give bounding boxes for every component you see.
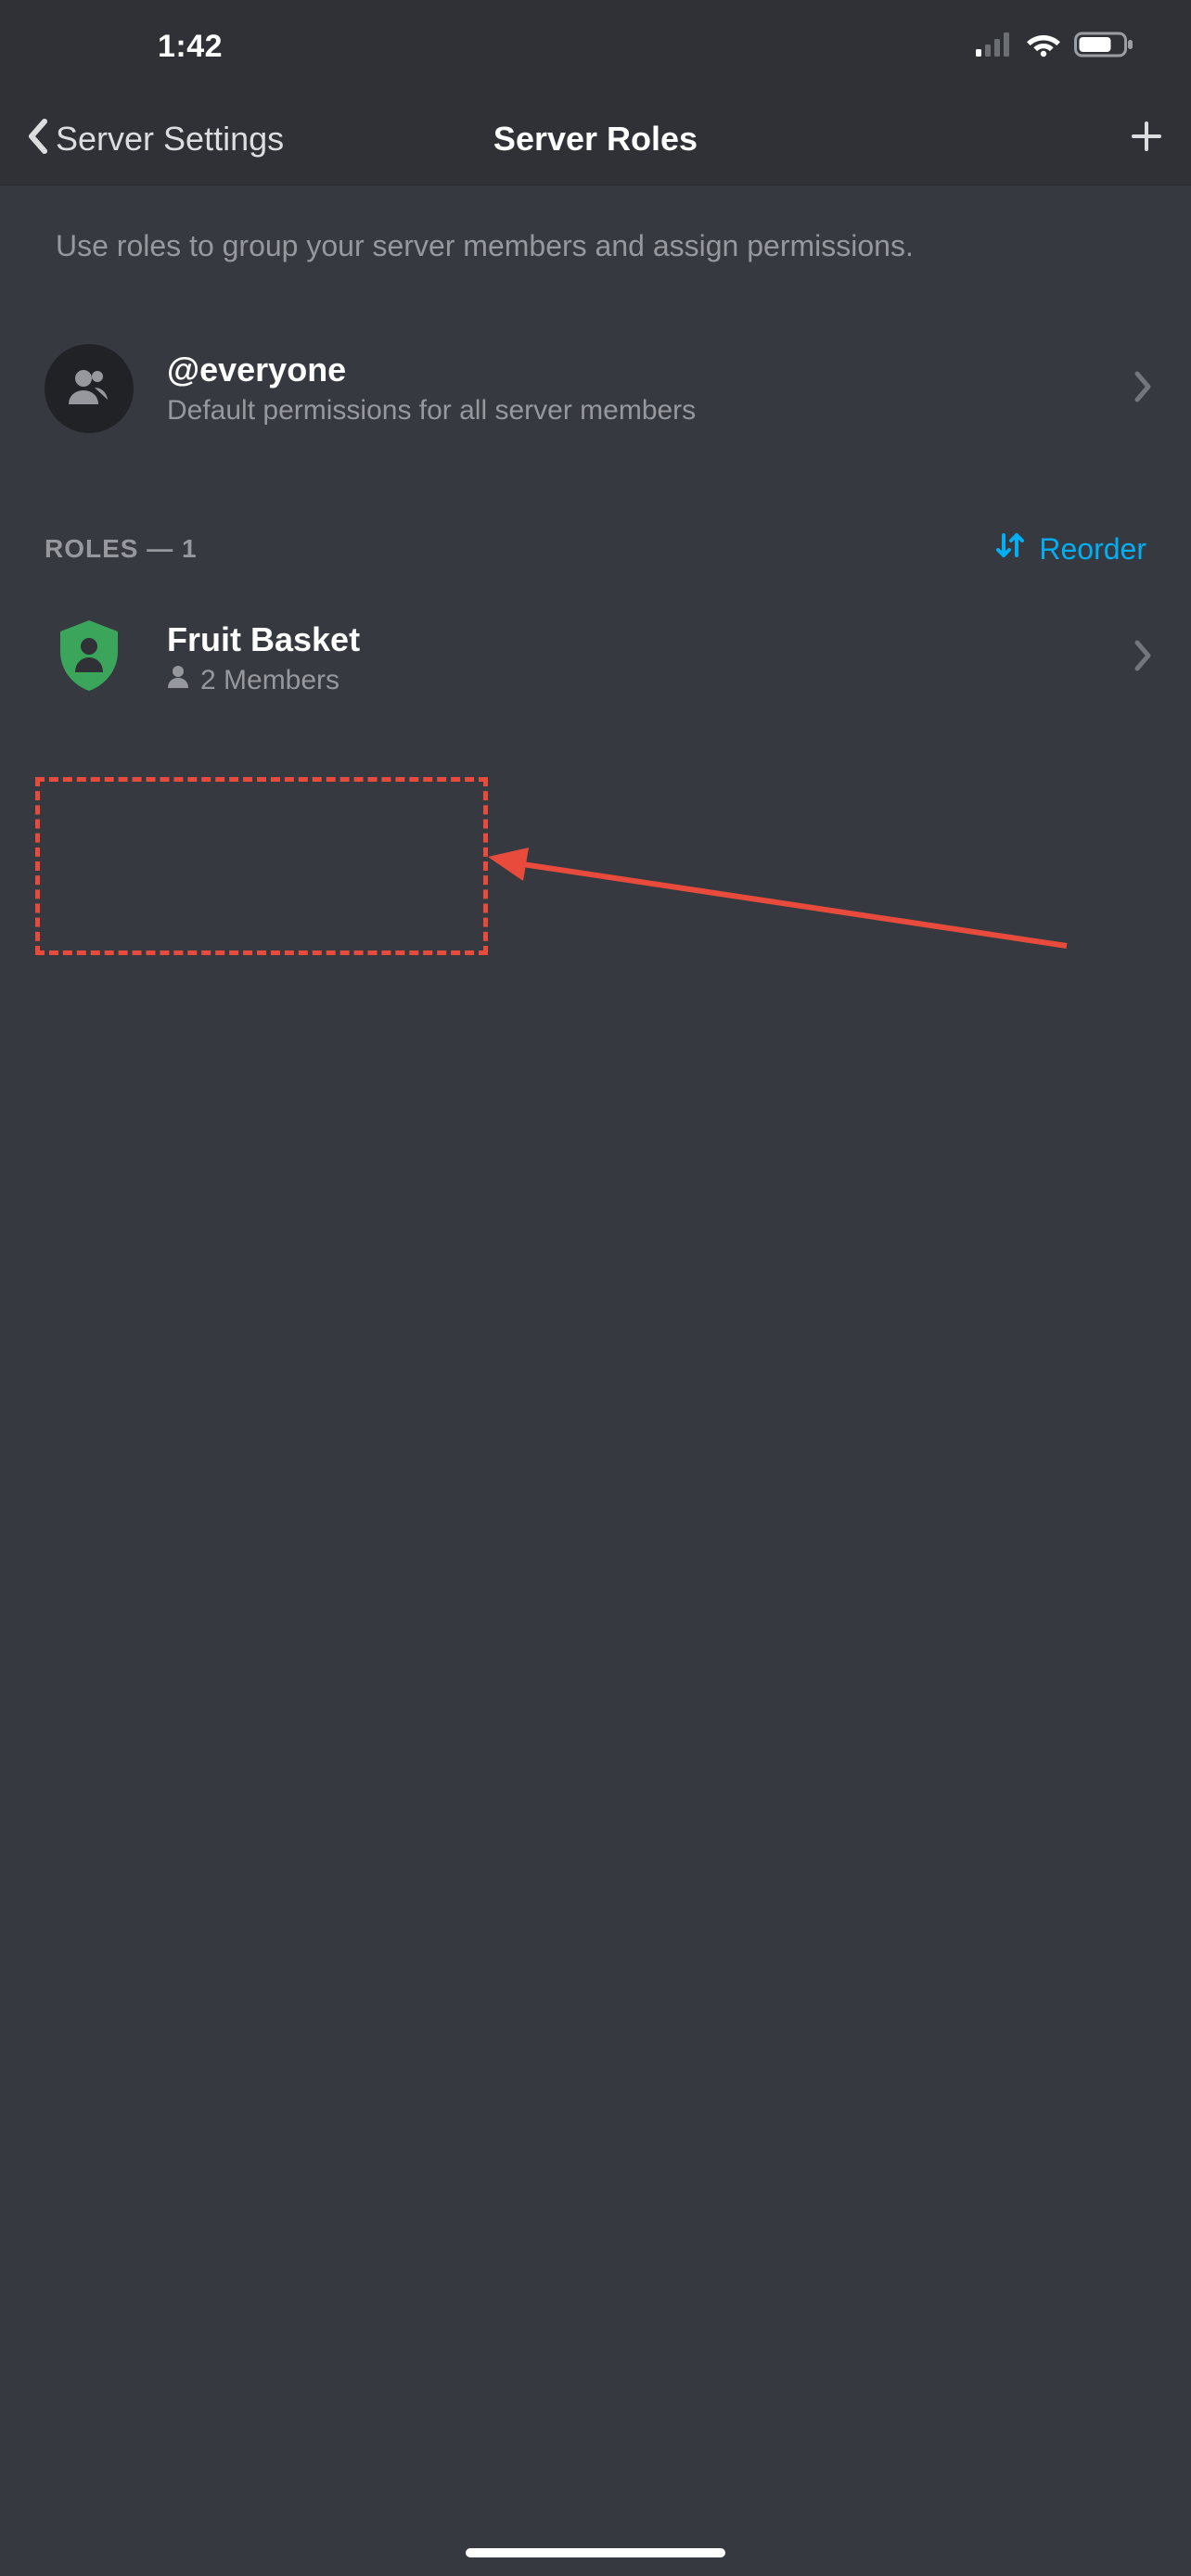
reorder-icon: [994, 529, 1026, 568]
role-name: Fruit Basket: [167, 620, 1133, 659]
role-members: 2 Members: [200, 665, 339, 696]
people-icon: [67, 367, 111, 411]
everyone-title: @everyone: [167, 351, 1133, 389]
reorder-label: Reorder: [1039, 532, 1146, 567]
page-title: Server Roles: [493, 120, 698, 159]
everyone-avatar: [45, 344, 134, 433]
status-icons: [976, 31, 1135, 63]
nav-header: Server Settings Server Roles: [0, 93, 1191, 185]
cellular-icon: [976, 32, 1013, 61]
chevron-right-icon: [1133, 639, 1154, 677]
status-bar: 1:42: [0, 0, 1191, 93]
home-indicator: [466, 2548, 725, 2557]
roles-count-label: ROLES — 1: [45, 534, 198, 564]
annotation-highlight-box: [35, 777, 488, 955]
back-button[interactable]: Server Settings: [26, 118, 284, 159]
annotation-arrow: [482, 835, 1076, 964]
back-label: Server Settings: [56, 120, 284, 159]
reorder-button[interactable]: Reorder: [994, 529, 1146, 568]
roles-section-header: ROLES — 1 Reorder: [0, 455, 1191, 596]
roles-hint: Use roles to group your server members a…: [0, 185, 1191, 322]
everyone-row[interactable]: @everyone Default permissions for all se…: [0, 322, 1191, 455]
chevron-right-icon: [1133, 370, 1154, 408]
wifi-icon: [1024, 31, 1063, 63]
add-button[interactable]: [1128, 118, 1165, 159]
everyone-subtitle: Default permissions for all server membe…: [167, 395, 1133, 427]
role-row[interactable]: Fruit Basket 2 Members: [0, 596, 1191, 720]
content: Use roles to group your server members a…: [0, 185, 1191, 720]
status-time: 1:42: [158, 29, 223, 65]
chevron-left-icon: [26, 118, 50, 159]
role-shield-icon: [57, 618, 122, 697]
person-icon: [167, 665, 189, 696]
battery-icon: [1074, 31, 1135, 63]
